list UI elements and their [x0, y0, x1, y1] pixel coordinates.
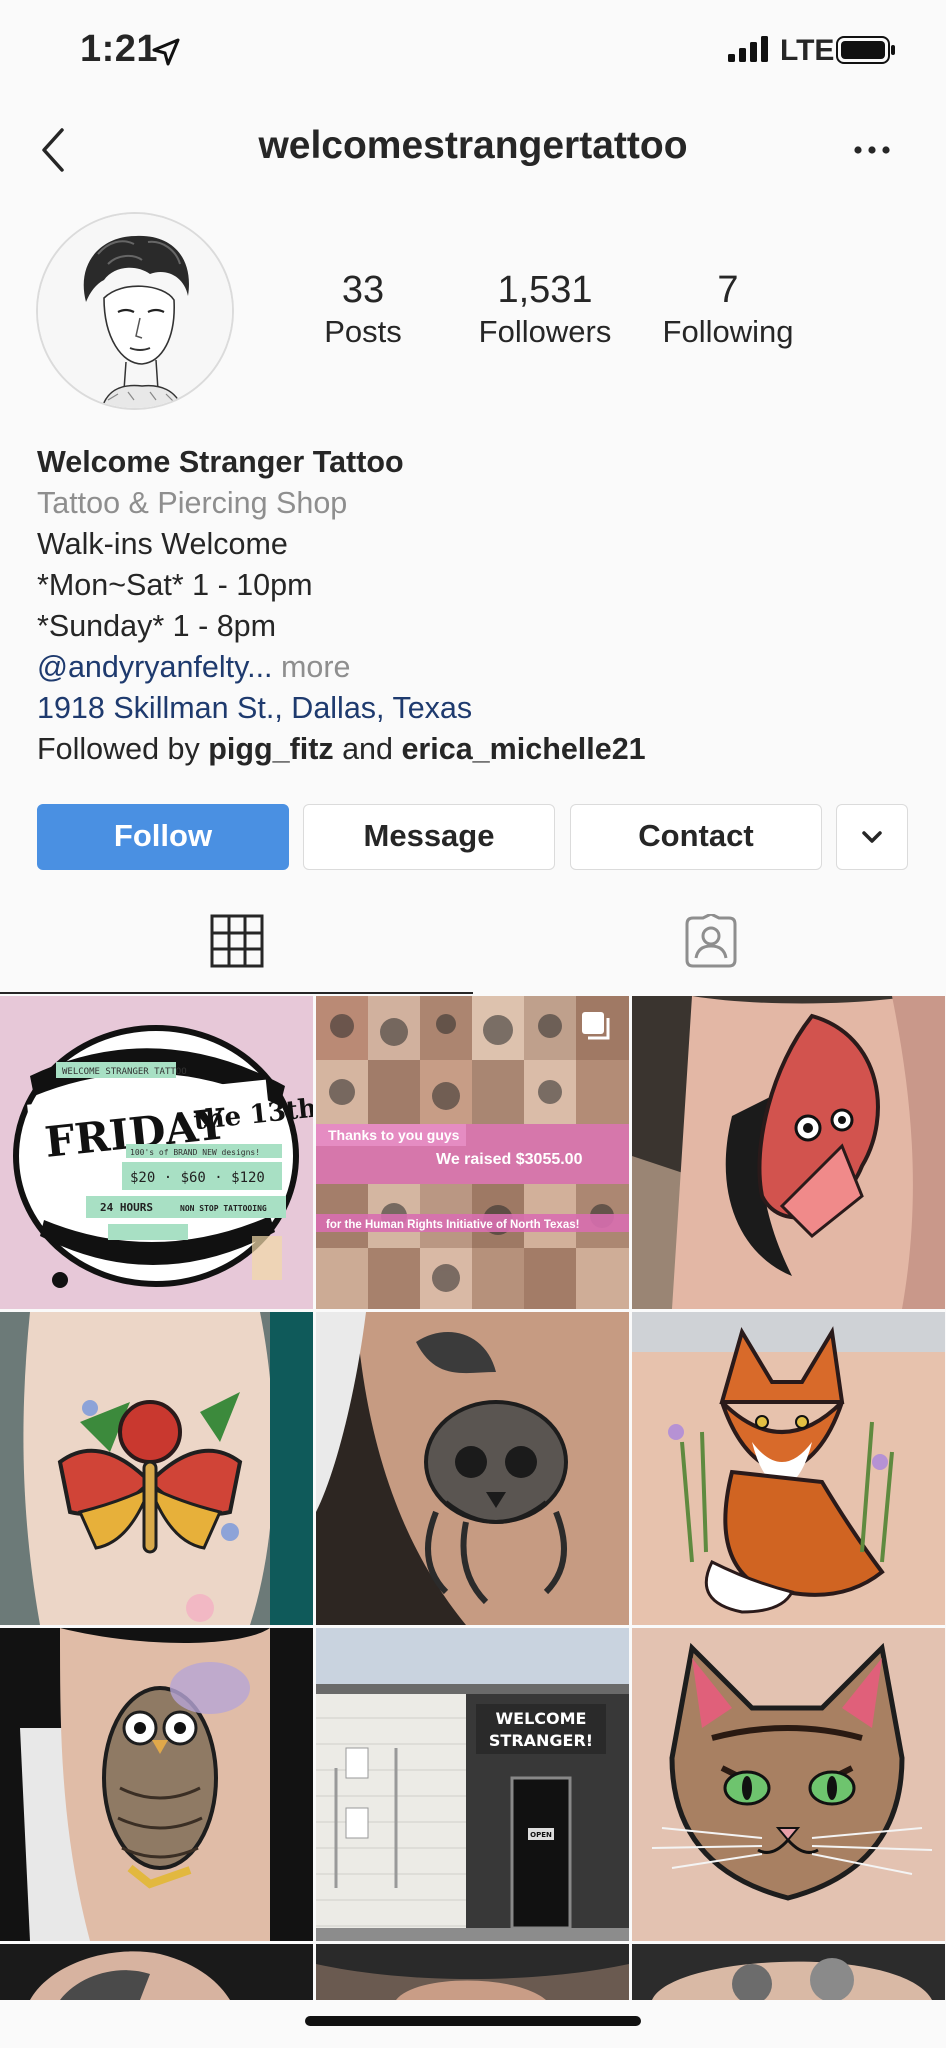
fish-tattoo-image [632, 996, 945, 1309]
followers-count: 1,531 [497, 269, 593, 311]
post-thumbnail[interactable] [632, 1944, 945, 2000]
post1-hours: 24 HOURS [100, 1201, 153, 1214]
more-options-button[interactable] [852, 138, 892, 162]
followed-by-row[interactable]: Followed by pigg_fitz and erica_michelle… [37, 729, 917, 770]
post1-brand-new: 100's of BRAND NEW designs! [130, 1148, 260, 1157]
cat-tattoo-image [632, 1628, 945, 1941]
post8-sign-line1: WELCOME [496, 1709, 587, 1728]
mention-link[interactable]: @andyryanfelty [37, 650, 247, 684]
post-thumbnail[interactable] [0, 1628, 313, 1941]
battery-icon [836, 36, 895, 64]
bio-line: Walk-ins Welcome [37, 527, 288, 561]
followed-by-prefix: Followed by [37, 732, 209, 766]
status-bar: 1:21 LTE [0, 0, 946, 100]
mention-ellipsis: ... [247, 650, 273, 684]
following-label: Following [662, 314, 794, 349]
post2-line3: for the Human Rights Initiative of North… [326, 1219, 579, 1231]
address-link[interactable]: 1918 Skillman St., Dallas, Texas [37, 688, 917, 729]
location-arrow-icon [152, 38, 180, 66]
stat-followers[interactable]: 1,531 Followers [445, 268, 645, 352]
home-indicator[interactable] [305, 2016, 641, 2026]
stat-posts[interactable]: 33 Posts [263, 268, 463, 352]
gibson-girl-portrait-image [38, 214, 232, 408]
rose-moth-tattoo-image [0, 1312, 313, 1625]
post2-line1: Thanks to you guys [328, 1127, 460, 1143]
post1-non-stop: NON STOP TATTOOING [180, 1204, 267, 1213]
post1-banner: WELCOME STRANGER TATTOO [62, 1067, 187, 1077]
status-time: 1:21 [80, 28, 159, 70]
profile-name: Welcome Stranger Tattoo [37, 445, 404, 479]
posts-count: 33 [341, 269, 385, 311]
storefront-image: WELCOME STRANGER! OPEN [316, 1628, 629, 1941]
bio-more-link[interactable]: more [273, 650, 351, 684]
followed-by-user: erica_michelle21 [401, 732, 646, 766]
post-thumbnail[interactable] [316, 1312, 629, 1625]
grid-icon [210, 914, 264, 968]
profile-username-title: welcomestrangertattoo [258, 124, 688, 167]
profile-category: Tattoo & Piercing Shop [37, 486, 348, 520]
post-thumbnail[interactable] [0, 1944, 313, 2000]
chevron-down-icon [862, 831, 882, 843]
profile-tabs [0, 884, 946, 994]
tattoo-photo-image [316, 1944, 629, 2000]
tattoo-photo-image [632, 1944, 945, 2000]
followed-by-and: and [333, 732, 402, 766]
avatar[interactable] [36, 212, 234, 410]
tagged-person-icon [685, 914, 737, 968]
owl-tattoo-image [0, 1628, 313, 1941]
post2-line2: We raised $3055.00 [436, 1151, 583, 1168]
post-thumbnail[interactable]: WELCOME STRANGER TATTOO FRIDAY the 13th … [0, 996, 313, 1309]
tab-tagged[interactable] [473, 884, 946, 994]
network-type: LTE [780, 34, 835, 67]
post8-sign-line2: STRANGER! [489, 1731, 593, 1750]
tab-posts-grid[interactable] [0, 884, 473, 994]
friday-13th-flyer-image: WELCOME STRANGER TATTOO FRIDAY the 13th … [0, 996, 313, 1309]
post-thumbnail[interactable] [632, 996, 945, 1309]
signal-icon [728, 36, 768, 62]
fox-tattoo-image [632, 1312, 945, 1625]
follow-button[interactable]: Follow [37, 804, 289, 870]
post-thumbnail[interactable] [316, 1944, 629, 2000]
bio-mention-row: @andyryanfelty... more [37, 647, 917, 688]
followers-label: Followers [478, 314, 612, 349]
post-thumbnail[interactable]: Thanks to you guys We raised $3055.00 fo… [316, 996, 629, 1309]
bio-line: *Mon~Sat* 1 - 10pm [37, 568, 313, 602]
message-button[interactable]: Message [303, 804, 555, 870]
posts-label: Posts [324, 314, 402, 349]
post-thumbnail[interactable] [0, 1312, 313, 1625]
suggested-accounts-button[interactable] [836, 804, 908, 870]
tattoo-collage-image: Thanks to you guys We raised $3055.00 fo… [316, 996, 629, 1309]
post-thumbnail[interactable]: WELCOME STRANGER! OPEN [316, 1628, 629, 1941]
tattoo-photo-image [0, 1944, 313, 2000]
post-thumbnail[interactable] [632, 1628, 945, 1941]
contact-button[interactable]: Contact [570, 804, 822, 870]
skull-crab-tattoo-image [316, 1312, 629, 1625]
followed-by-user: pigg_fitz [208, 732, 334, 766]
following-count: 7 [717, 269, 739, 311]
post-thumbnail[interactable] [632, 1312, 945, 1625]
stat-following[interactable]: 7 Following [628, 268, 828, 352]
profile-bio: Welcome Stranger Tattoo Tattoo & Piercin… [37, 442, 917, 770]
bio-line: *Sunday* 1 - 8pm [37, 609, 277, 643]
post1-prices: $20 · $60 · $120 [130, 1170, 265, 1186]
post8-open-sign: OPEN [530, 1831, 552, 1839]
